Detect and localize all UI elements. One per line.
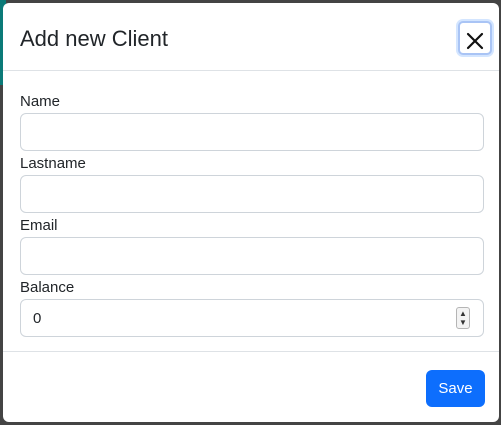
name-input[interactable] bbox=[20, 113, 484, 151]
save-button[interactable]: Save bbox=[426, 370, 485, 407]
stepper-down-icon[interactable]: ▼ bbox=[459, 318, 467, 327]
modal-title: Add new Client bbox=[20, 26, 168, 51]
email-input[interactable] bbox=[20, 237, 484, 275]
add-client-modal: Add new Client Name Lastname Email Balan… bbox=[3, 3, 499, 422]
email-label: Email bbox=[20, 217, 58, 234]
name-label: Name bbox=[20, 93, 61, 110]
lastname-label: Lastname bbox=[20, 155, 86, 172]
modal-footer: Save bbox=[3, 352, 499, 422]
close-icon bbox=[466, 32, 484, 50]
stepper-up-icon[interactable]: ▲ bbox=[459, 309, 467, 318]
modal-body: Name Lastname Email Balance ▲ ▼ bbox=[3, 71, 499, 352]
balance-stepper[interactable]: ▲ ▼ bbox=[456, 307, 470, 329]
lastname-input[interactable] bbox=[20, 175, 484, 213]
modal-header: Add new Client bbox=[3, 3, 499, 71]
close-button[interactable] bbox=[458, 21, 492, 55]
balance-label: Balance bbox=[20, 279, 75, 296]
balance-input[interactable] bbox=[20, 299, 484, 337]
